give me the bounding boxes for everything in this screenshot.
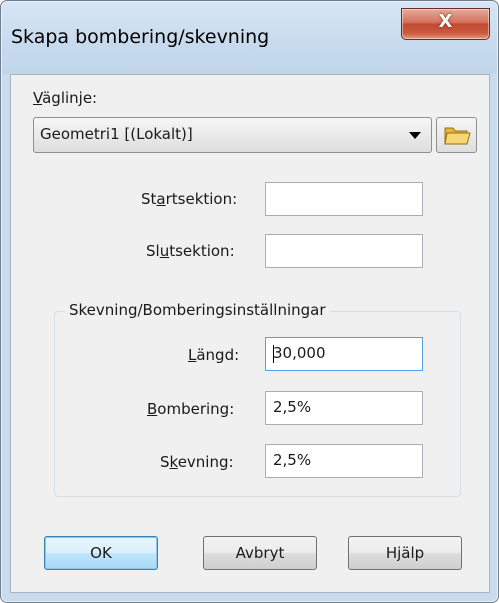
close-button[interactable]: X [401, 8, 490, 40]
window-title: Skapa bombering/skevning [11, 26, 270, 48]
text-caret [273, 345, 274, 363]
crown-label: Bombering: [147, 400, 234, 418]
start-section-label-mnemonic: a [156, 190, 166, 208]
road-line-selected: Geometri1 [(Lokalt)] [40, 125, 193, 143]
folder-icon [444, 127, 471, 145]
cancel-button[interactable]: Avbryt [203, 536, 317, 570]
browse-button[interactable] [436, 117, 477, 153]
crown-input[interactable]: 2,5% [265, 391, 423, 425]
help-button[interactable]: Hjälp [348, 536, 462, 570]
superelevation-input[interactable]: 2,5% [265, 444, 423, 478]
dialog-window: Skapa bombering/skevning X Väglinje: Geo… [0, 0, 499, 603]
road-line-label-text: äglinje: [42, 89, 98, 107]
end-section-label-mnemonic: u [159, 242, 170, 260]
close-icon: X [438, 11, 453, 32]
start-section-label-b: rtsektion: [165, 190, 238, 208]
length-label-text: ängd: [196, 346, 240, 364]
crown-label-text: ombering: [157, 400, 235, 418]
road-line-label-mnemonic: V [33, 89, 43, 107]
superelevation-label-mnemonic: k [169, 453, 178, 471]
end-section-input[interactable] [265, 234, 423, 268]
road-line-label: Väglinje: [33, 89, 97, 107]
superelevation-label-a: S [160, 453, 170, 471]
road-line-dropdown[interactable]: Geometri1 [(Lokalt)] [33, 117, 432, 153]
start-section-input[interactable] [265, 182, 423, 216]
dropdown-arrow-icon [409, 132, 421, 139]
title-bar[interactable]: Skapa bombering/skevning X [2, 2, 497, 74]
end-section-label: Slutsektion: [146, 242, 235, 260]
end-section-label-a: Sl [146, 242, 160, 260]
length-input[interactable]: 30,000 [265, 337, 423, 371]
settings-group-title: Skevning/Bomberingsinställningar [65, 301, 330, 319]
length-label: Längd: [188, 346, 239, 364]
end-section-label-b: tsektion: [169, 242, 235, 260]
superelevation-label: Skevning: [160, 453, 234, 471]
superelevation-label-b: evning: [177, 453, 234, 471]
ok-button[interactable]: OK [44, 536, 158, 570]
crown-label-mnemonic: B [147, 400, 158, 418]
start-section-label-a: St [141, 190, 157, 208]
dialog-client-area: Väglinje: Geometri1 [(Lokalt)] Startsekt… [10, 74, 490, 593]
start-section-label: Startsektion: [141, 190, 237, 208]
